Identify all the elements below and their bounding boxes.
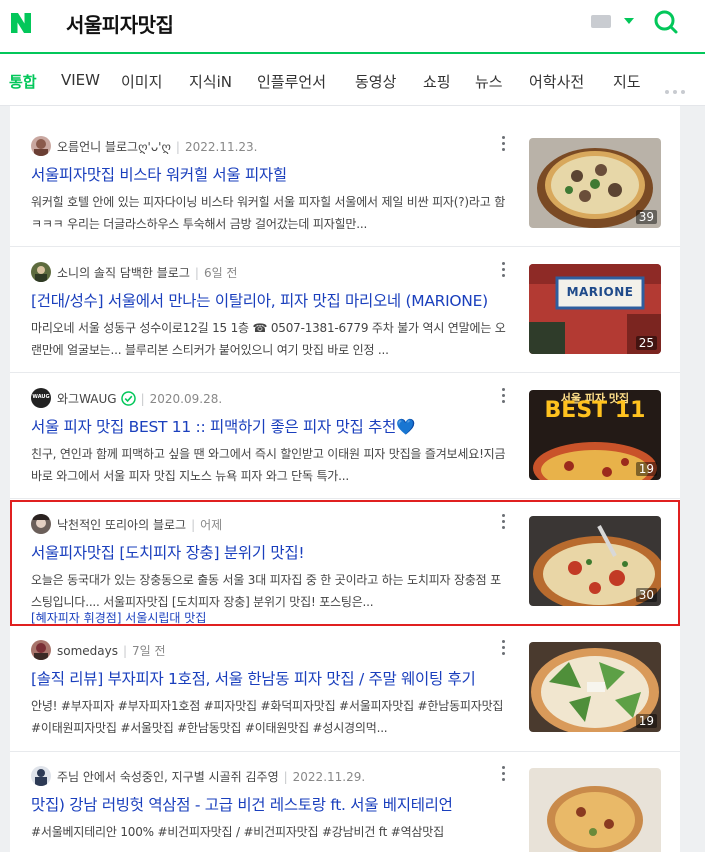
image-count: 19 bbox=[635, 714, 657, 728]
thumbnail-headline: BEST 11 bbox=[544, 398, 646, 423]
result-card: WAUG 와그WAUG | 2020.09.28. 서울 피자 맛집 BEST 11… bbox=[10, 374, 680, 499]
search-icon[interactable] bbox=[653, 9, 679, 35]
result-thumbnail[interactable]: 19 bbox=[529, 642, 661, 732]
more-options-icon[interactable] bbox=[501, 136, 507, 152]
result-description[interactable]: 워커힐 호텔 안에 있는 피자다이닝 비스타 워커힐 서울 피자힐 서울에서 제… bbox=[31, 191, 507, 235]
author-name[interactable]: somedays bbox=[57, 644, 118, 658]
result-description[interactable]: #서울베지테리안 100% #비건피자맛집 / #비건피자맛집 #강남비건 ft… bbox=[31, 821, 507, 852]
result-card: 주님 안에서 숙성중인, 지구별 시골쥐 김주영 | 2022.11.29. 맛집)… bbox=[10, 752, 680, 852]
image-count: 19 bbox=[635, 462, 657, 476]
result-description[interactable]: 마리오네 서울 성동구 성수이로12길 15 1층 ☎ 0507-1381-67… bbox=[31, 317, 507, 361]
author-name[interactable]: 주님 안에서 숙성중인, 지구별 시골쥐 김주영 bbox=[57, 770, 279, 784]
tab-map[interactable]: 지도 bbox=[613, 71, 641, 92]
image-sign-text: MARIONE bbox=[566, 285, 634, 299]
result-title[interactable]: 서울피자맛집 비스타 워커힐 서울 피자힐 bbox=[31, 163, 507, 185]
result-description[interactable]: 친구, 연인과 함께 피맥하고 싶을 땐 와그에서 즉시 할인받고 이태원 피자… bbox=[31, 443, 507, 487]
result-title[interactable]: [건대/성수] 서울에서 만나는 이탈리아, 피자 맛집 마리오네 (MARIO… bbox=[31, 289, 507, 311]
more-options-icon[interactable] bbox=[501, 640, 507, 656]
author-name[interactable]: 소니의 솔직 담백한 블로그 bbox=[57, 266, 190, 280]
result-card-highlighted: 낙천적인 또리아의 블로그 | 어제 서울피자맛집 [도치피자 장충] 분위기 맛집… bbox=[10, 500, 680, 626]
tab-video[interactable]: 동영상 bbox=[355, 71, 396, 92]
author-line: 와그WAUG | 2020.09.28. bbox=[57, 391, 223, 406]
more-options-icon[interactable] bbox=[501, 766, 507, 782]
author-name[interactable]: 와그WAUG bbox=[57, 392, 117, 406]
search-header: 서울피자맛집 bbox=[0, 0, 705, 54]
avatar[interactable] bbox=[31, 136, 51, 156]
naver-logo[interactable] bbox=[9, 11, 33, 35]
post-date: 7일 전 bbox=[132, 644, 166, 658]
tab-dictionary[interactable]: 어학사전 bbox=[529, 71, 584, 92]
tab-news[interactable]: 뉴스 bbox=[475, 71, 503, 92]
post-date: 2022.11.23. bbox=[184, 140, 258, 154]
author-line: 소니의 솔직 담백한 블로그 | 6일 전 bbox=[57, 266, 238, 280]
result-thumbnail[interactable]: MARIONE 25 bbox=[529, 264, 661, 354]
result-title[interactable]: 서울피자맛집 [도치피자 장충] 분위기 맛집! bbox=[31, 541, 507, 563]
author-name[interactable]: 오름언니 블로그ღ'ᴗ'ღ bbox=[57, 140, 171, 154]
tab-influencer[interactable]: 인플루언서 bbox=[257, 71, 326, 92]
author-line: 오름언니 블로그ღ'ᴗ'ღ | 2022.11.23. bbox=[57, 140, 258, 154]
tab-images[interactable]: 이미지 bbox=[121, 71, 162, 92]
post-date: 2020.09.28. bbox=[149, 392, 223, 406]
tab-all[interactable]: 통합 bbox=[9, 71, 37, 92]
post-date: 어제 bbox=[200, 518, 223, 532]
result-card: 오름언니 블로그ღ'ᴗ'ღ | 2022.11.23. 서울피자맛집 비스타 워커힐… bbox=[10, 122, 680, 247]
avatar[interactable] bbox=[31, 766, 51, 786]
verified-check-icon bbox=[120, 391, 136, 406]
more-options-icon[interactable] bbox=[501, 388, 507, 404]
author-name[interactable]: 낙천적인 또리아의 블로그 bbox=[57, 518, 186, 532]
result-title[interactable]: 맛집) 강남 러빙헛 역삼점 - 고급 비건 레스토랑 ft. 서울 베지테리언 bbox=[31, 793, 507, 815]
image-count: 30 bbox=[635, 588, 657, 602]
avatar[interactable] bbox=[31, 640, 51, 660]
post-date: 2022.11.29. bbox=[292, 770, 366, 784]
more-options-icon[interactable] bbox=[501, 514, 507, 530]
result-description[interactable]: 안녕! #부자피자 #부자피자1호점 #피자맛집 #화덕피자맛집 #서울피자맛집… bbox=[31, 695, 507, 739]
image-count: 25 bbox=[635, 336, 657, 350]
results-list: 오름언니 블로그ღ'ᴗ'ღ | 2022.11.23. 서울피자맛집 비스타 워커힐… bbox=[10, 106, 680, 852]
author-line: 낙천적인 또리아의 블로그 | 어제 bbox=[57, 518, 223, 532]
tab-kin[interactable]: 지식iN bbox=[189, 71, 232, 92]
result-card: 소니의 솔직 담백한 블로그 | 6일 전 [건대/성수] 서울에서 만나는 이탈리… bbox=[10, 248, 680, 373]
search-tabs: 통합 VIEW 이미지 지식iN 인플루언서 동영상 쇼핑 뉴스 어학사전 지도 bbox=[0, 54, 705, 106]
author-line: somedays | 7일 전 bbox=[57, 644, 166, 658]
result-description[interactable]: 오늘은 동국대가 있는 장충동으로 출동 서울 3대 피자집 중 한 곳이라고 … bbox=[31, 569, 507, 613]
avatar[interactable] bbox=[31, 262, 51, 282]
tab-view[interactable]: VIEW bbox=[61, 71, 100, 89]
tab-shopping[interactable]: 쇼핑 bbox=[423, 71, 451, 92]
chevron-down-icon[interactable] bbox=[624, 18, 634, 24]
result-title[interactable]: [솔직 리뷰] 부자피자 1호점, 서울 한남동 피자 맛집 / 주말 웨이팅 … bbox=[31, 667, 507, 689]
search-query[interactable]: 서울피자맛집 bbox=[66, 9, 174, 38]
waug-logo-text: WAUG bbox=[32, 394, 50, 400]
related-post-link[interactable]: [혜자피자 휘경점] 서울시립대 맛집 bbox=[31, 609, 206, 625]
result-thumbnail[interactable]: 39 bbox=[529, 138, 661, 228]
avatar[interactable] bbox=[31, 514, 51, 534]
avatar[interactable]: WAUG bbox=[31, 388, 51, 408]
author-line: 주님 안에서 숙성중인, 지구별 시골쥐 김주영 | 2022.11.29. bbox=[57, 770, 366, 784]
result-thumbnail[interactable]: 30 bbox=[529, 516, 661, 606]
result-card: somedays | 7일 전 [솔직 리뷰] 부자피자 1호점, 서울 한남동 피… bbox=[10, 626, 680, 752]
result-thumbnail[interactable]: 서울 피자 맛집 BEST 11 19 bbox=[529, 390, 661, 480]
more-options-icon[interactable] bbox=[501, 262, 507, 278]
keyboard-icon[interactable] bbox=[591, 15, 611, 28]
result-title[interactable]: 서울 피자 맛집 BEST 11 :: 피맥하기 좋은 피자 맛집 추천💙 bbox=[31, 415, 507, 437]
image-count: 39 bbox=[635, 210, 657, 224]
more-tabs-icon[interactable] bbox=[665, 79, 689, 98]
post-date: 6일 전 bbox=[203, 266, 238, 280]
result-thumbnail[interactable] bbox=[529, 768, 661, 852]
